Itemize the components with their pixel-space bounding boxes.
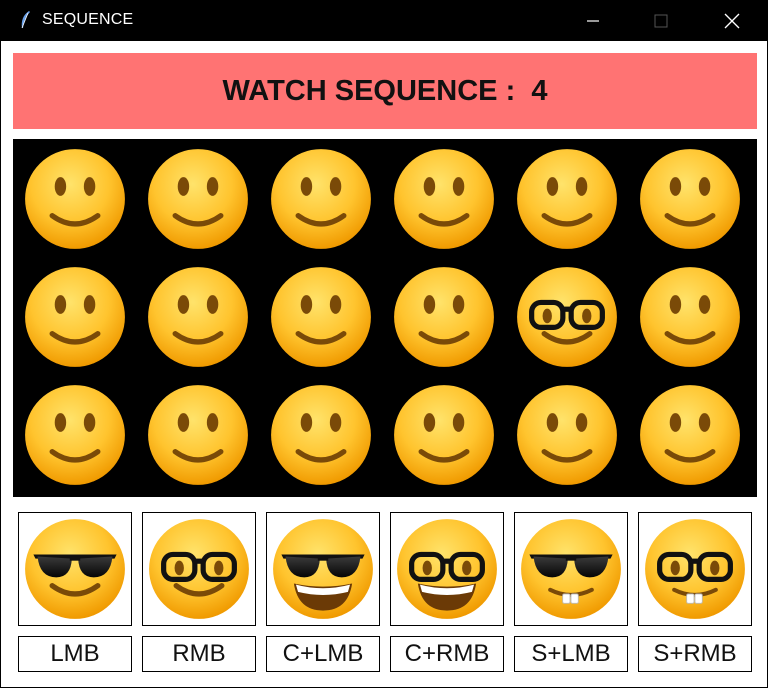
- grid-cell-smile-emoji[interactable]: [392, 383, 496, 487]
- feather-icon: [19, 10, 31, 30]
- emoji-grid: [13, 139, 757, 497]
- grid-cell-smile-emoji[interactable]: [146, 265, 250, 369]
- control-emoji-sunglasses-buck[interactable]: [514, 512, 628, 626]
- grid-cell-smile-emoji[interactable]: [269, 383, 373, 487]
- grid-cell-smile-emoji[interactable]: [269, 265, 373, 369]
- control-label: C+LMB: [266, 636, 380, 672]
- control-label: S+RMB: [638, 636, 752, 672]
- title-bar[interactable]: SEQUENCE: [1, 1, 768, 41]
- control-emoji-nerd-grin[interactable]: [390, 512, 504, 626]
- control-label: S+LMB: [514, 636, 628, 672]
- grid-cell-smile-emoji[interactable]: [638, 147, 742, 251]
- control-label: LMB: [18, 636, 132, 672]
- grid-cell-smile-emoji[interactable]: [638, 265, 742, 369]
- grid-cell-smile-emoji[interactable]: [146, 147, 250, 251]
- grid-cell-smile-emoji[interactable]: [269, 147, 373, 251]
- grid-cell-smile-emoji[interactable]: [392, 147, 496, 251]
- sequence-status: WATCH SEQUENCE : 4: [222, 74, 548, 107]
- window-title: SEQUENCE: [42, 11, 134, 28]
- control-emoji-sunglasses-grin[interactable]: [266, 512, 380, 626]
- grid-cell-nerd-glasses-emoji[interactable]: [515, 265, 619, 369]
- close-icon: [724, 13, 740, 29]
- close-button[interactable]: [704, 1, 760, 41]
- control-emoji-nerd-glasses[interactable]: [142, 512, 256, 626]
- grid-cell-smile-emoji[interactable]: [146, 383, 250, 487]
- maximize-icon: [654, 14, 668, 28]
- grid-cell-smile-emoji[interactable]: [392, 265, 496, 369]
- control-emoji-sunglasses-smile[interactable]: [18, 512, 132, 626]
- minimize-button[interactable]: [565, 1, 621, 41]
- maximize-button[interactable]: [633, 1, 689, 41]
- grid-cell-smile-emoji[interactable]: [23, 383, 127, 487]
- grid-cell-smile-emoji[interactable]: [515, 147, 619, 251]
- control-label: C+RMB: [390, 636, 504, 672]
- grid-cell-smile-emoji[interactable]: [515, 383, 619, 487]
- app-window: SEQUENCE WATCH SEQUENCE : 4 LMB RMB C+LMB C…: [0, 0, 768, 688]
- control-emoji-nerd-buck[interactable]: [638, 512, 752, 626]
- grid-cell-smile-emoji[interactable]: [23, 265, 127, 369]
- grid-cell-smile-emoji[interactable]: [638, 383, 742, 487]
- control-label: RMB: [142, 636, 256, 672]
- sequence-banner: WATCH SEQUENCE : 4: [13, 53, 757, 129]
- minimize-icon: [587, 20, 599, 22]
- grid-cell-smile-emoji[interactable]: [23, 147, 127, 251]
